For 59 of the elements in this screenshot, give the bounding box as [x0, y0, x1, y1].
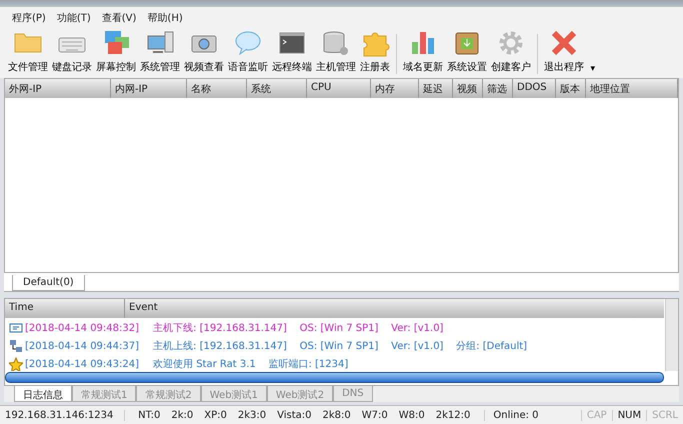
log-event: 主机上线: [192.168.31.147] OS: [Win 7 SP1] Ver: [v1.0] 分组: [Default] [153, 340, 528, 353]
network-icon [9, 339, 23, 353]
toolbar-button[interactable]: 注册表 [358, 28, 392, 74]
column-header[interactable]: 视频 [453, 79, 483, 98]
os-count: 2k8:0 [322, 410, 351, 420]
key-indicator: NUM [612, 410, 646, 420]
column-header[interactable]: 版本 [556, 79, 586, 98]
column-header[interactable]: Time [5, 299, 125, 318]
column-header[interactable]: 外网-IP [5, 79, 111, 98]
log-time: [2018-04-14 09:48:32] [25, 322, 140, 334]
toolbar-button[interactable]: 创建客户 [489, 28, 533, 74]
log-event: 欢迎使用 Star Rat 3.1 监听端口: [1234] [153, 358, 348, 371]
toolbar-button[interactable]: 视频查看 [182, 28, 226, 74]
status-address: 192.168.31.146:1234 [4, 410, 114, 420]
column-header[interactable]: 筛选 [483, 79, 513, 98]
toolbar-button[interactable]: 远程终端 [270, 28, 314, 74]
scrollbar[interactable] [665, 299, 678, 371]
menu-item[interactable]: 查看(V) [98, 10, 140, 24]
toolbar-button[interactable]: 系统管理 [138, 28, 182, 74]
column-header[interactable]: 延迟 [419, 79, 453, 98]
menu-item[interactable]: 程序(P) [8, 10, 50, 24]
column-header[interactable]: 名称 [187, 79, 247, 98]
toolbar-button[interactable]: 主机管理 [314, 28, 358, 74]
toolbar-button[interactable]: 屏幕控制 [94, 28, 138, 74]
toolbar-button[interactable]: 域名更新 [401, 28, 445, 74]
column-header[interactable]: DDOS [513, 79, 556, 98]
menu-item[interactable]: 功能(T) [52, 10, 95, 24]
key-indicator: SCRL [646, 410, 683, 420]
close-icon [549, 28, 579, 58]
online-count: Online: 0 [484, 410, 581, 420]
os-count: 2k3:0 [238, 410, 266, 420]
key-indicator: CAP [580, 410, 612, 420]
column-header[interactable]: Event [125, 299, 664, 318]
column-header[interactable]: 地理位置 [586, 79, 678, 98]
caret-icon: ▾ [590, 64, 595, 74]
os-count: Vista:0 [277, 410, 312, 420]
os-count: XP:0 [204, 410, 227, 420]
os-count: 2k:0 [171, 410, 194, 420]
monitor-icon [9, 321, 23, 335]
column-header[interactable]: 内网-IP [111, 79, 187, 98]
toolbar-button[interactable]: 键盘记录 [50, 28, 94, 74]
log-time: [2018-04-14 09:43:24] [25, 358, 140, 370]
os-count: NT:0 [138, 410, 160, 420]
log-event: 主机下线: [192.168.31.147] OS: [Win 7 SP1] Ver: [v1.0] [153, 322, 444, 335]
os-count: W7:0 [362, 410, 388, 420]
star-icon [9, 357, 23, 371]
os-count: W8:0 [398, 410, 425, 420]
toolbar-button[interactable]: 文件管理 [6, 28, 50, 74]
horizontal-scrollbar[interactable] [5, 372, 664, 383]
os-count: 2k12:0 [436, 410, 470, 420]
column-header[interactable]: 内存 [371, 79, 419, 98]
log-time: [2018-04-14 09:44:37] [25, 340, 140, 352]
group-tab[interactable]: Default(0) [12, 275, 85, 291]
menu-item[interactable]: 帮助(H) [143, 10, 187, 24]
toolbar-button[interactable]: 语音监听 [226, 28, 270, 74]
column-header[interactable]: 系统 [247, 79, 307, 98]
toolbar-button[interactable]: 系统设置 [445, 28, 489, 74]
column-header[interactable]: CPU [307, 79, 371, 98]
log-tab[interactable]: 日志信息 [14, 386, 72, 402]
